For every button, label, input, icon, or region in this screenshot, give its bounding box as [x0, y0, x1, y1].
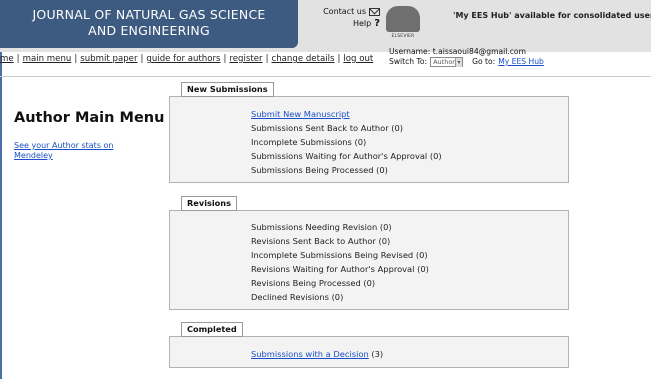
submit-new-manuscript-item[interactable]: Submit New Manuscript — [251, 109, 350, 119]
ees-hub-text: 'My EES Hub' available for consolidated … — [453, 11, 651, 20]
list-item: Revisions Being Processed (0) — [251, 278, 376, 288]
ees-hub-notice: 'My EES Hub' available for consolidated … — [453, 11, 651, 20]
list-item: Submissions Needing Revision (0) — [251, 222, 392, 232]
elsevier-tree-icon — [386, 6, 420, 32]
author-main-menu-title: Author Main Menu — [14, 110, 165, 126]
revisions-box: Submissions Needing Revision (0) Revisio… — [169, 210, 569, 310]
list-item: Submissions Sent Back to Author (0) — [251, 123, 404, 133]
list-item: Revisions Sent Back to Author (0) — [251, 236, 391, 246]
contact-us-link[interactable]: Contact us — [323, 6, 366, 18]
username-label: Username: — [389, 47, 431, 56]
list-item: Incomplete Submissions Being Revised (0) — [251, 250, 428, 260]
new-submissions-box: Submit New Manuscript Submissions Sent B… — [169, 96, 569, 183]
switch-label: Switch To: — [389, 57, 428, 66]
list-item: Submissions Waiting for Author's Approva… — [251, 151, 442, 161]
list-item: Declined Revisions (0) — [251, 292, 344, 302]
journal-title-line2: AND ENGINEERING — [88, 23, 210, 38]
journal-title-line1: JOURNAL OF NATURAL GAS SCIENCE — [32, 7, 266, 22]
chevron-down-icon[interactable]: ▾ — [454, 57, 463, 67]
completed-tab: Completed — [181, 322, 243, 337]
decision-count: (3) — [371, 349, 384, 359]
role-select-value: Author — [433, 58, 455, 66]
journal-title: JOURNAL OF NATURAL GAS SCIENCE AND ENGIN… — [0, 0, 298, 39]
nav-home[interactable]: me — [0, 54, 14, 64]
list-item: Revisions Waiting for Author's Approval … — [251, 264, 429, 274]
nav-register[interactable]: register — [229, 54, 262, 64]
username-value: t.aissaoui84@gmail.com — [432, 47, 526, 56]
revisions-tab: Revisions — [181, 196, 238, 211]
journal-banner: JOURNAL OF NATURAL GAS SCIENCE AND ENGIN… — [0, 0, 298, 48]
submissions-with-decision-link[interactable]: Submissions with a Decision — [251, 349, 369, 359]
elsevier-logo: ELSEVIER — [386, 6, 420, 44]
nav-guide-for-authors[interactable]: guide for authors — [146, 54, 220, 64]
list-item: Incomplete Submissions (0) — [251, 137, 367, 147]
help-link[interactable]: Help — [353, 18, 371, 30]
mail-icon[interactable] — [369, 8, 380, 16]
goto-my-ees-hub-link[interactable]: My EES Hub — [498, 57, 544, 67]
user-info: Username: t.aissaoui84@gmail.com Switch … — [389, 47, 544, 67]
main-nav: me | main menu | submit paper | guide for auth… — [0, 54, 374, 64]
submit-new-manuscript-link[interactable]: Submit New Manuscript — [251, 109, 350, 119]
list-item: Submissions Being Processed (0) — [251, 165, 388, 175]
header-divider — [0, 76, 651, 77]
new-submissions-tab: New Submissions — [181, 82, 274, 97]
nav-log-out[interactable]: log out — [343, 54, 373, 64]
nav-submit-paper[interactable]: submit paper — [80, 54, 137, 64]
role-select[interactable]: Author ▾ — [430, 57, 464, 67]
nav-main-menu[interactable]: main menu — [23, 54, 72, 64]
goto-label: Go to: — [472, 57, 496, 66]
help-icon[interactable]: ? — [374, 18, 380, 30]
contact-help: Contact us Help ? — [314, 6, 380, 30]
nav-change-details[interactable]: change details — [271, 54, 334, 64]
mendeley-stats-link[interactable]: See your Author stats on Mendeley — [14, 141, 144, 161]
completed-box: Submissions with a Decision (3) — [169, 336, 569, 368]
header: JOURNAL OF NATURAL GAS SCIENCE AND ENGIN… — [0, 0, 651, 52]
submissions-with-decision-item: Submissions with a Decision (3) — [251, 349, 383, 359]
elsevier-wordmark: ELSEVIER — [391, 34, 415, 39]
